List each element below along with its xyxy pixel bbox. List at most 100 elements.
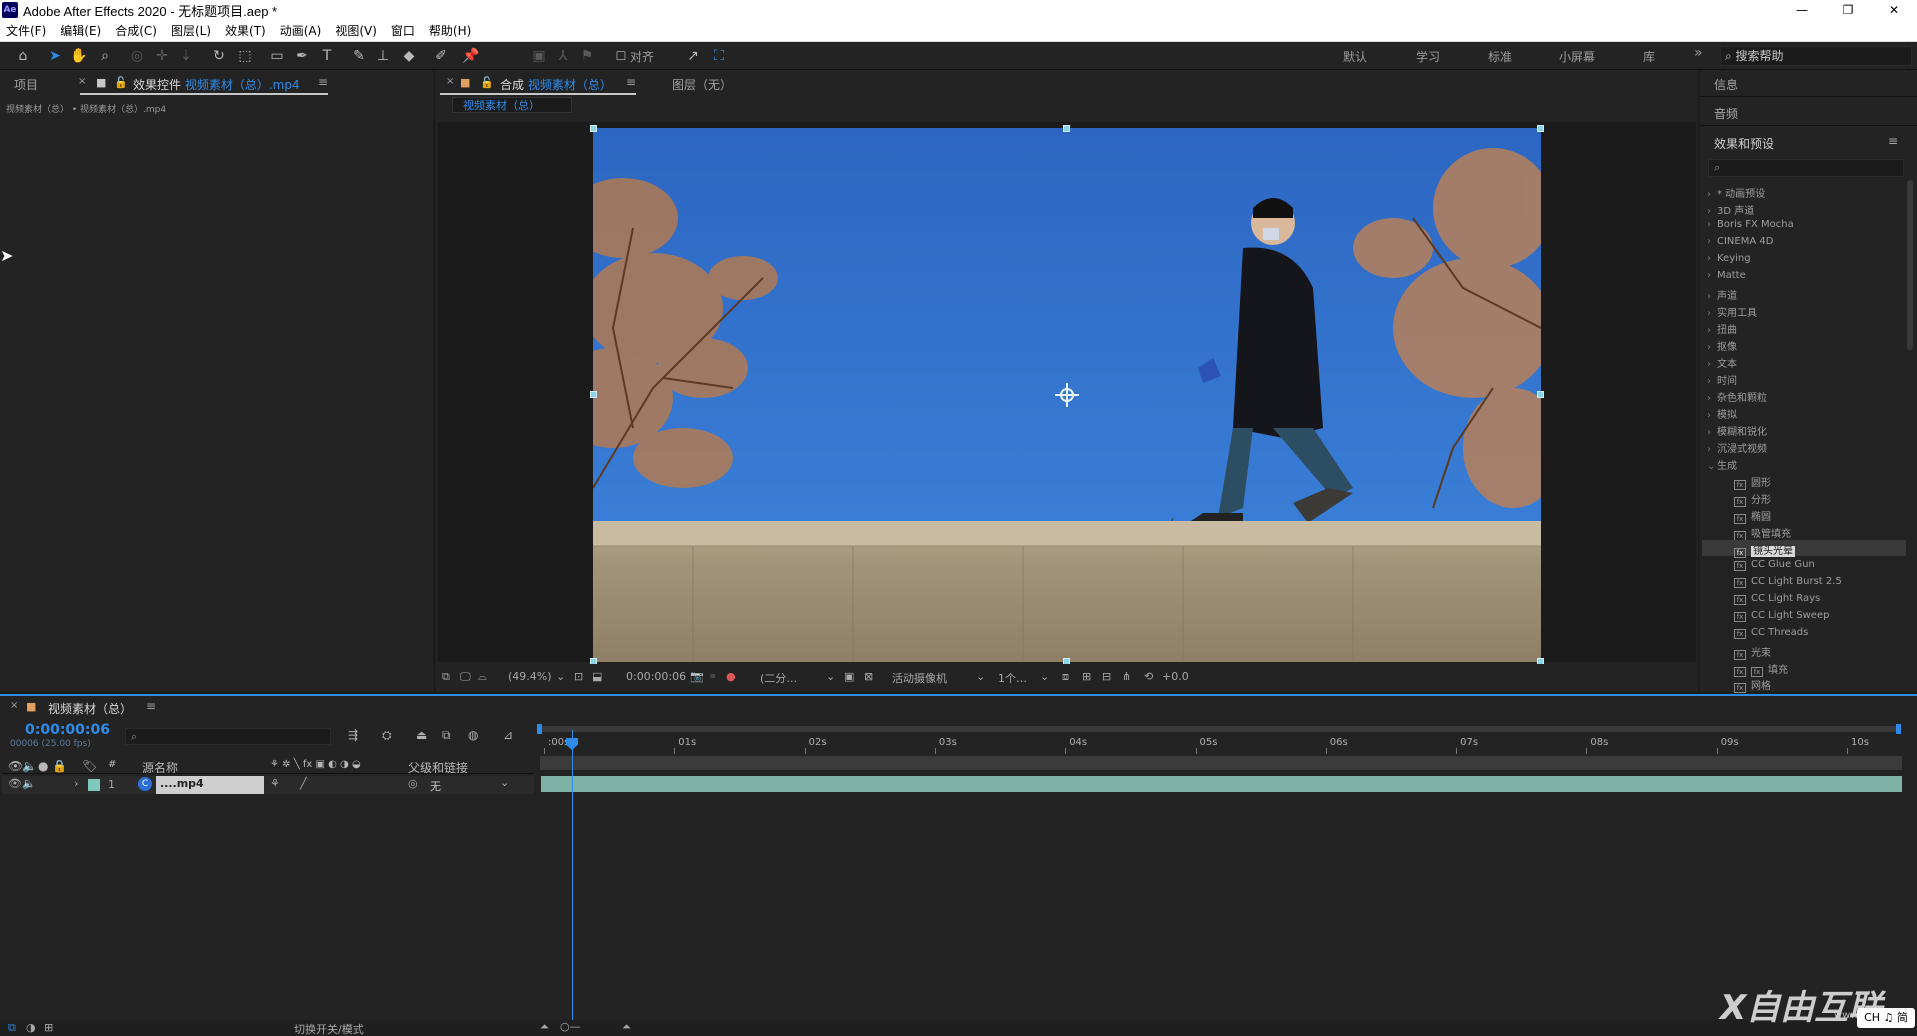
- layer-audio-icon[interactable]: 🔈: [22, 777, 36, 790]
- menu-edit[interactable]: 编辑(E): [60, 22, 101, 39]
- draft-3d-icon[interactable]: ⛭: [382, 728, 392, 743]
- effect-item[interactable]: fx 椭圆: [1734, 508, 1771, 524]
- effect-category[interactable]: › Keying: [1707, 253, 1751, 264]
- fast-previews-icon[interactable]: ⧈: [1062, 670, 1069, 684]
- resolution-dropdown[interactable]: (二分…: [760, 670, 797, 686]
- views-chevron-icon[interactable]: ⌄: [1040, 670, 1049, 683]
- timeline-layer-row[interactable]: [2, 776, 534, 794]
- mask-visibility-icon[interactable]: ⬓: [592, 670, 602, 683]
- workspace-default[interactable]: 默认: [1343, 48, 1367, 65]
- region-of-interest-icon[interactable]: ▣: [844, 670, 854, 683]
- effect-category[interactable]: › 杂色和颗粒: [1707, 389, 1767, 404]
- axis-local-icon[interactable]: ▣: [530, 47, 548, 65]
- effect-category[interactable]: › 扭曲: [1707, 321, 1737, 336]
- eraser-tool-icon[interactable]: ◆: [400, 47, 418, 65]
- views-dropdown[interactable]: 1个…: [998, 670, 1027, 686]
- video-frame[interactable]: [593, 128, 1541, 662]
- effect-category[interactable]: › 沉浸式视频: [1707, 440, 1767, 455]
- camera-dropdown[interactable]: 活动摄像机: [892, 670, 947, 686]
- effects-search-input[interactable]: ⌕: [1708, 159, 1904, 177]
- effect-category[interactable]: › 模拟: [1707, 406, 1737, 421]
- camera-chevron-icon[interactable]: ⌄: [976, 670, 985, 683]
- minimize-button[interactable]: —: [1779, 0, 1825, 20]
- handle-top-right[interactable]: [1537, 125, 1544, 132]
- resolution-chevron-icon[interactable]: ⌄: [826, 670, 835, 683]
- menu-view[interactable]: 视图(V): [335, 22, 377, 39]
- zoom-slider[interactable]: ○—: [560, 1020, 581, 1033]
- timeline-search-input[interactable]: ⌕: [125, 728, 331, 745]
- rotate-tool-icon[interactable]: ↻: [210, 47, 228, 65]
- home-icon[interactable]: ⌂: [14, 47, 32, 65]
- effect-item[interactable]: fx CC Threads: [1734, 627, 1808, 639]
- effect-category[interactable]: › 抠像: [1707, 338, 1737, 353]
- effect-category[interactable]: › CINEMA 4D: [1707, 236, 1773, 247]
- comp-flowchart-icon[interactable]: ⊟: [1102, 670, 1111, 683]
- effects-scrollbar[interactable]: [1907, 180, 1913, 350]
- ime-indicator[interactable]: CH ♫ 简: [1857, 1008, 1915, 1028]
- zoom-in-icon[interactable]: ⏶: [622, 1020, 631, 1034]
- menu-composition[interactable]: 合成(C): [115, 22, 157, 39]
- effect-category[interactable]: › 实用工具: [1707, 304, 1757, 319]
- menu-effect[interactable]: 效果(T): [225, 22, 266, 39]
- flowchart-icon[interactable]: ⋔: [1122, 670, 1131, 683]
- rectangle-tool-icon[interactable]: ▭: [268, 47, 286, 65]
- parent-chevron-down-icon[interactable]: ⌄: [500, 776, 509, 789]
- effect-item[interactable]: fx fx 填充: [1734, 661, 1788, 677]
- layer-shy-icon[interactable]: ⚘: [270, 777, 280, 790]
- pen-tool-icon[interactable]: ✒: [293, 47, 311, 65]
- handle-top-center[interactable]: [1063, 125, 1070, 132]
- timeline-current-time[interactable]: 0:00:00:06: [25, 722, 110, 738]
- resolution-grid-icon[interactable]: ⊡: [574, 670, 583, 683]
- shy-layers-icon[interactable]: ⏏: [416, 728, 427, 742]
- menu-window[interactable]: 窗口: [391, 22, 415, 39]
- effect-category[interactable]: › 3D 声道: [1707, 202, 1754, 217]
- pan-camera-icon[interactable]: ✛: [153, 47, 171, 65]
- effect-item[interactable]: fx 吸管填充: [1734, 525, 1791, 541]
- always-preview-icon[interactable]: ⧉: [442, 670, 450, 684]
- snap-grid-icon[interactable]: ⛶: [710, 47, 728, 65]
- parent-dropdown[interactable]: 无: [430, 778, 441, 794]
- effect-item-selected[interactable]: fx 镜头光晕: [1734, 542, 1795, 558]
- layer-label-color[interactable]: [88, 779, 100, 791]
- layer-expand-chevron-icon[interactable]: ›: [74, 777, 78, 790]
- pickwhip-icon[interactable]: ◎: [408, 777, 418, 790]
- tab-composition[interactable]: 合成 视频素材（总）: [500, 76, 612, 93]
- work-area-end-handle[interactable]: [1896, 724, 1901, 734]
- pan-behind-tool-icon[interactable]: ⬚: [236, 47, 254, 65]
- workspace-overflow-icon[interactable]: »: [1694, 45, 1703, 61]
- layer-name-field[interactable]: ....mp4: [156, 776, 264, 794]
- roto-brush-icon[interactable]: ✐: [432, 47, 450, 65]
- hand-tool-icon[interactable]: ✋: [70, 47, 88, 65]
- monitor-icon[interactable]: 🖵: [460, 670, 471, 684]
- timeline-icon[interactable]: ⊞: [1082, 670, 1091, 683]
- effect-category[interactable]: › 文本: [1707, 355, 1737, 370]
- menu-layer[interactable]: 图层(L): [171, 22, 211, 39]
- effect-category[interactable]: › Matte: [1707, 270, 1746, 281]
- menu-file[interactable]: 文件(F): [6, 22, 46, 39]
- type-tool-icon[interactable]: T: [318, 47, 336, 65]
- workspace-libraries[interactable]: 库: [1643, 48, 1655, 65]
- magnification-dropdown[interactable]: (49.4%): [508, 670, 552, 683]
- zoom-tool-icon[interactable]: ⌕: [96, 47, 114, 65]
- effects-panel-menu-icon[interactable]: ≡: [1888, 134, 1898, 148]
- axis-world-icon[interactable]: ⅄: [554, 47, 572, 65]
- restore-button[interactable]: ❐: [1825, 0, 1871, 20]
- axis-view-icon[interactable]: ⚑: [578, 47, 596, 65]
- effect-item[interactable]: fx 圆形: [1734, 474, 1771, 490]
- time-navigator[interactable]: [540, 756, 1902, 770]
- effect-item[interactable]: fx CC Light Sweep: [1734, 610, 1829, 622]
- close-button[interactable]: ✕: [1871, 0, 1917, 20]
- menu-help[interactable]: 帮助(H): [429, 22, 471, 39]
- brush-tool-icon[interactable]: ✎: [350, 47, 368, 65]
- effect-category[interactable]: › * 动画预设: [1707, 185, 1765, 200]
- selection-tool-icon[interactable]: ➤: [46, 47, 64, 65]
- menu-animation[interactable]: 动画(A): [280, 22, 322, 39]
- close-comp-tab-icon[interactable]: ×: [446, 76, 454, 87]
- effect-item[interactable]: fx CC Glue Gun: [1734, 559, 1815, 571]
- effect-item[interactable]: fx CC Light Rays: [1734, 593, 1820, 605]
- workspace-small-screen[interactable]: 小屏幕: [1559, 48, 1595, 65]
- help-search-input[interactable]: ⌕ 搜索帮助: [1720, 46, 1912, 66]
- puppet-pin-icon[interactable]: 📌: [462, 47, 480, 65]
- workspace-standard[interactable]: 标准: [1488, 48, 1512, 65]
- color-channels-icon[interactable]: ●: [726, 670, 736, 683]
